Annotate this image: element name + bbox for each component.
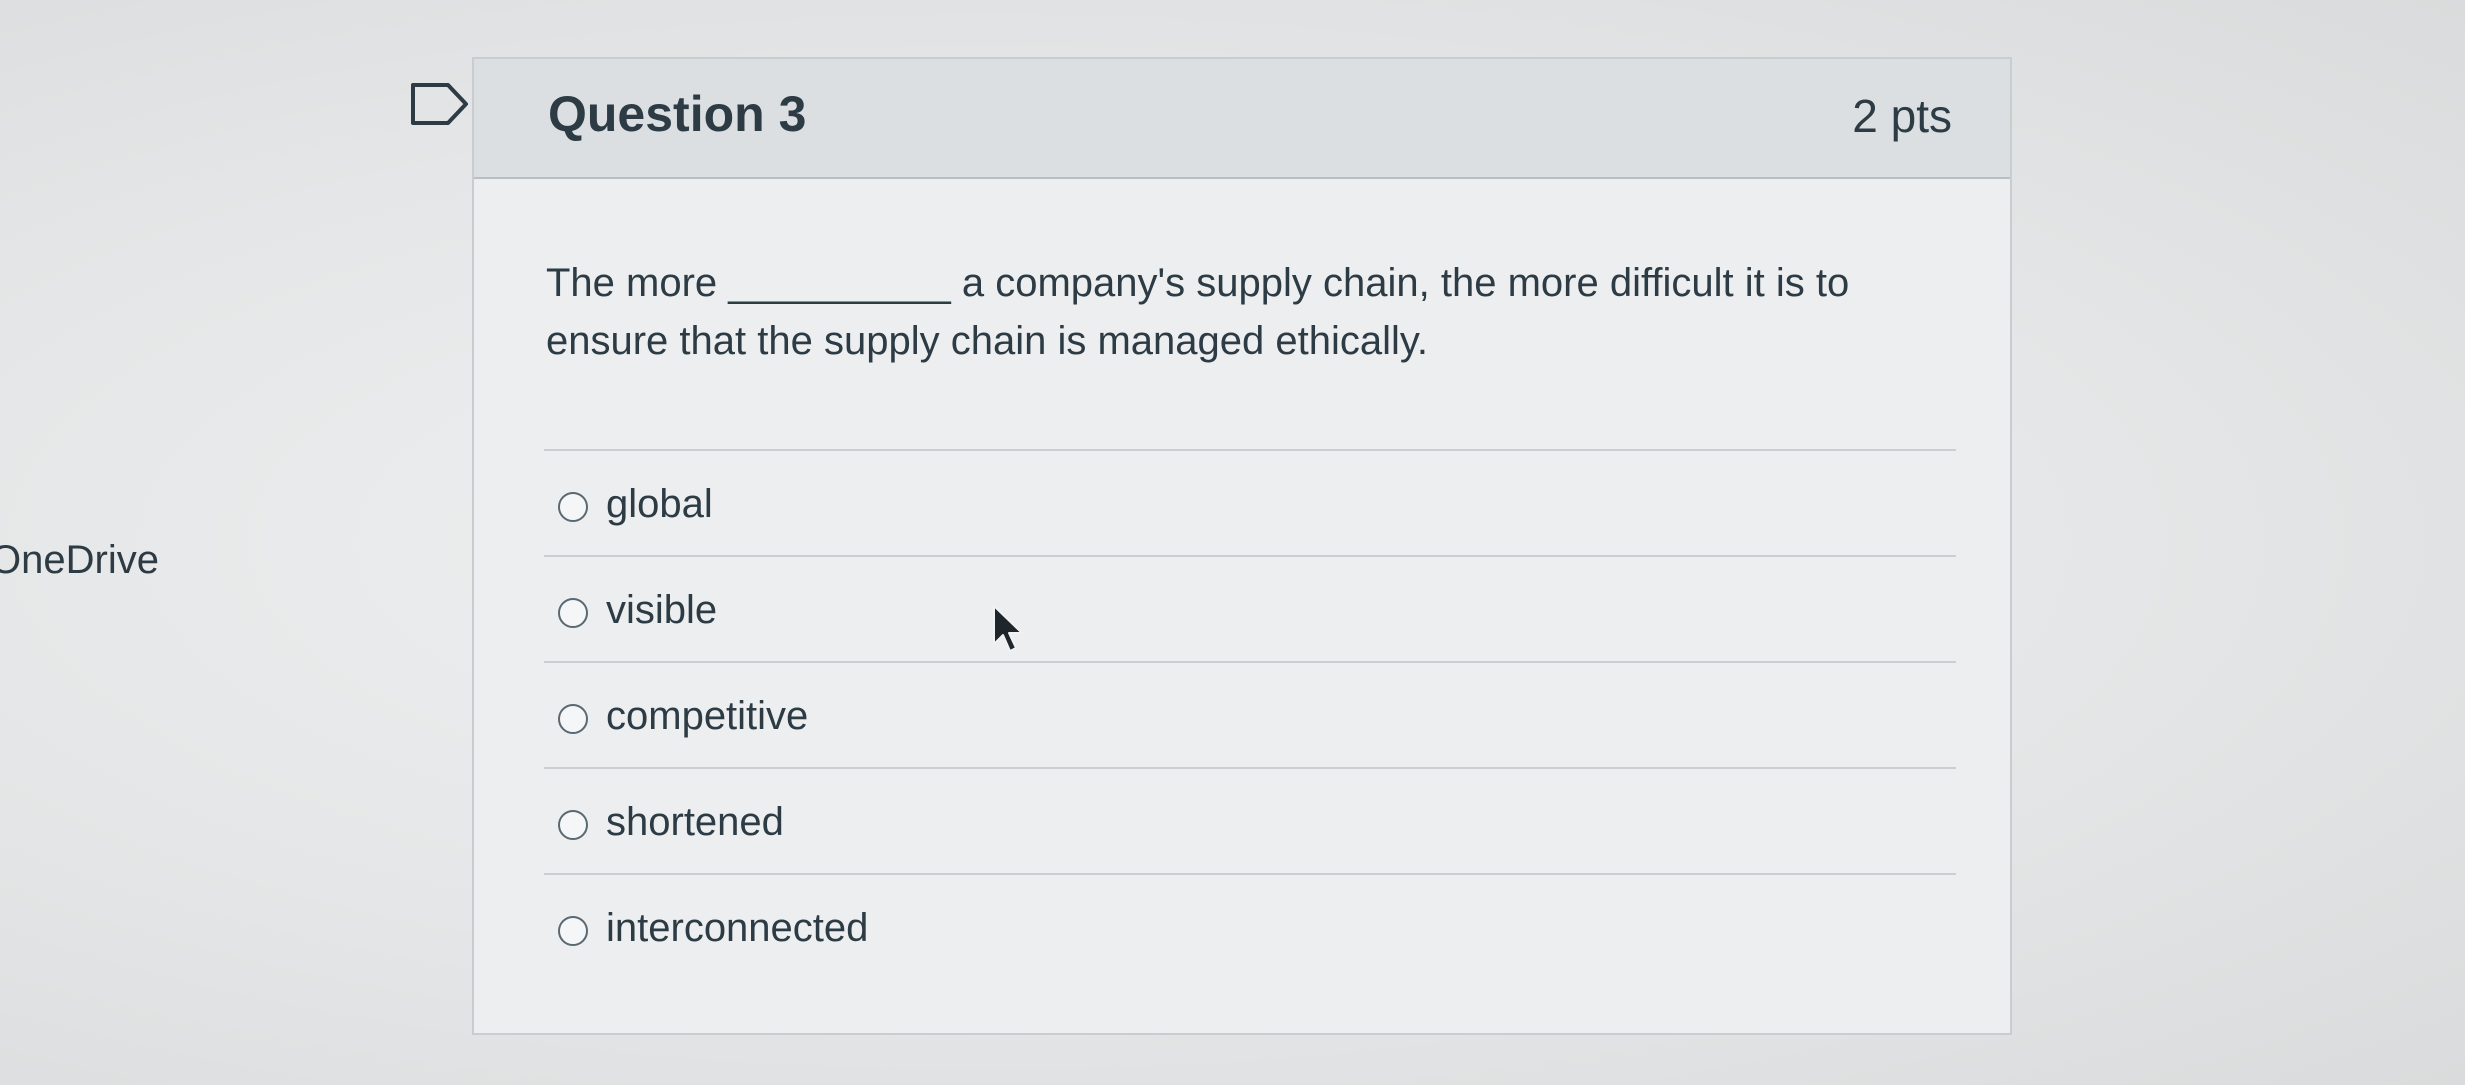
radio-button[interactable] [558, 916, 588, 946]
flag-question-icon[interactable] [410, 82, 470, 126]
question-points: 2 pts [1852, 90, 1952, 142]
answer-option-visible[interactable]: visible [544, 555, 1956, 661]
question-text: The more __________ a company's supply c… [546, 261, 1850, 363]
question-header: Question 3 2 pts [474, 59, 2010, 179]
radio-button[interactable] [558, 810, 588, 840]
answer-label: shortened [606, 800, 784, 844]
question-title: Question 3 [548, 86, 807, 142]
question-card: Question 3 2 pts The more __________ a c… [472, 57, 2012, 1035]
answer-option-competitive[interactable]: competitive [544, 661, 1956, 767]
radio-button[interactable] [558, 704, 588, 734]
answer-label: global [606, 482, 713, 526]
answer-list: global visible competitive shortened int… [544, 449, 1956, 979]
onedrive-label: OneDrive [0, 538, 159, 582]
answer-option-shortened[interactable]: shortened [544, 767, 1956, 873]
answer-label: interconnected [606, 906, 869, 950]
answer-label: visible [606, 588, 718, 632]
mouse-pointer-icon [993, 605, 1023, 652]
answer-option-interconnected[interactable]: interconnected [544, 873, 1956, 979]
radio-button[interactable] [558, 598, 588, 628]
answer-label: competitive [606, 694, 809, 738]
radio-button[interactable] [558, 492, 588, 522]
answer-option-global[interactable]: global [544, 449, 1956, 555]
